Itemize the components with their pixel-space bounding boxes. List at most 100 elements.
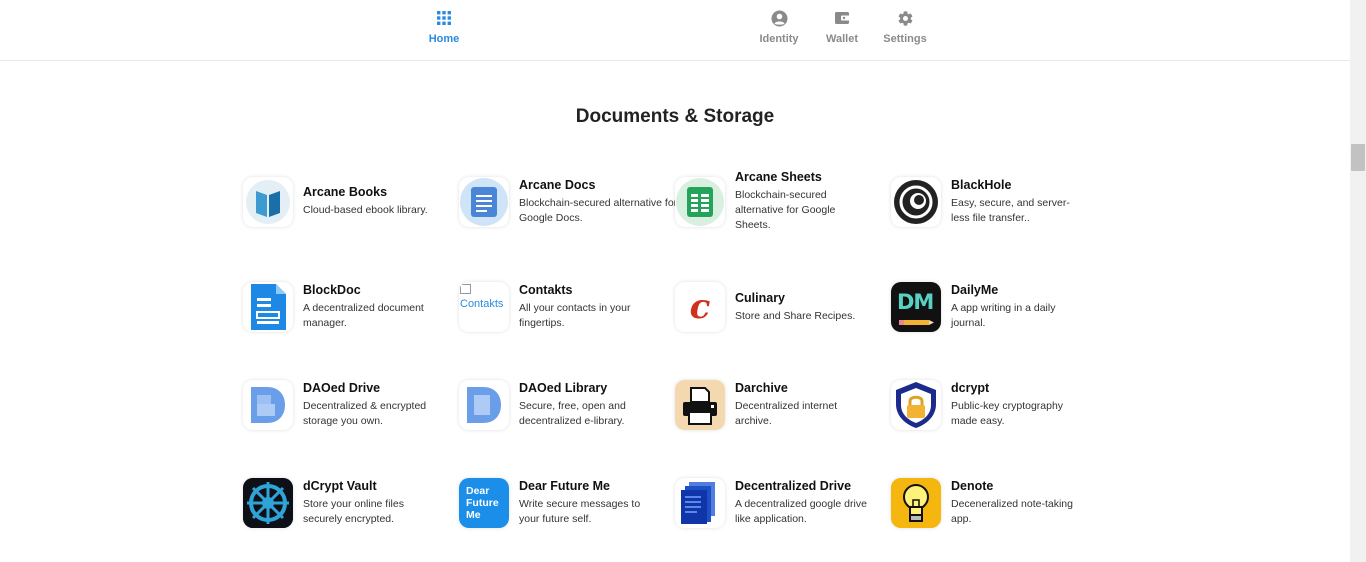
app-description: A decentralized google drive like applic… (735, 498, 867, 525)
app-name: Culinary (735, 291, 786, 305)
app-text: Contakts All your contacts in your finge… (519, 282, 679, 331)
app-text: BlackHole Easy, secure, and server-less … (951, 177, 1111, 226)
dear-future-me-glyph: Dear Future Me (466, 485, 499, 521)
vertical-scrollbar[interactable] (1350, 0, 1366, 562)
daoed-d-icon (243, 380, 293, 430)
app-name: Arcane Books (303, 185, 388, 199)
app-card-daoed-drive[interactable]: DAOed Drive Decentralized & encrypted st… (243, 380, 453, 440)
app-card-culinary[interactable]: c Culinary Store and Share Recipes. (675, 282, 885, 342)
app-name: Dear Future Me (519, 479, 610, 493)
culinary-c-icon: c (675, 282, 725, 332)
grid-icon (435, 9, 453, 27)
app-name: DAOed Drive (303, 381, 381, 395)
app-text: Darchive Decentralized internet archive. (735, 380, 895, 429)
wallet-icon (833, 9, 851, 27)
top-nav-bar: Home Identity Wallet Settings (0, 0, 1350, 61)
broken-image-alt-text: Contakts (460, 298, 504, 310)
document-icon (459, 177, 509, 227)
app-description: Deceneralized note-taking app. (951, 498, 1073, 525)
nav-identity-label: Identity (759, 33, 799, 45)
app-card-contakts[interactable]: Contakts Contakts All your contacts in y… (459, 282, 669, 342)
app-card-daoed-library[interactable]: DAOed Library Secure, free, open and dec… (459, 380, 669, 440)
app-card-dear-future-me[interactable]: Dear Future Me Dear Future Me Write secu… (459, 478, 669, 538)
app-card-dailyme[interactable]: DM DailyMe A app writing in a daily jour… (891, 282, 1101, 342)
app-card-darchive[interactable]: Darchive Decentralized internet archive. (675, 380, 885, 440)
dear-future-me-icon: Dear Future Me (459, 478, 509, 528)
app-description: Public-key cryptography made easy. (951, 400, 1064, 427)
app-card-blockdoc[interactable]: BlockDoc A decentralized document manage… (243, 282, 453, 342)
app-name: dCrypt Vault (303, 479, 377, 493)
app-description: Secure, free, open and decentralized e-l… (519, 400, 626, 427)
drive-files-icon (675, 478, 725, 528)
app-name: Contakts (519, 283, 573, 297)
app-card-dcrypt-vault[interactable]: dCrypt Vault Store your online files sec… (243, 478, 453, 538)
app-description: Blockchain-secured alternative for Googl… (519, 197, 678, 224)
app-text: Arcane Docs Blockchain-secured alternati… (519, 177, 679, 226)
app-text: BlockDoc A decentralized document manage… (303, 282, 463, 331)
app-description: A decentralized document manager. (303, 302, 424, 329)
blackhole-icon (891, 177, 941, 227)
app-name: Arcane Docs (519, 178, 596, 192)
app-description: Store your online files securely encrypt… (303, 498, 404, 525)
app-text: Arcane Books Cloud-based ebook library. (303, 184, 463, 218)
app-name: Arcane Sheets (735, 170, 822, 184)
printer-icon (675, 380, 725, 430)
app-description: Write secure messages to your future sel… (519, 498, 641, 525)
lightbulb-icon (891, 478, 941, 528)
app-description: Store and Share Recipes. (735, 310, 856, 322)
nav-wallet[interactable]: Wallet (807, 9, 877, 55)
app-text: DailyMe A app writing in a daily journal… (951, 282, 1111, 331)
user-circle-icon (770, 9, 788, 27)
pencil-icon (899, 320, 934, 325)
spreadsheet-icon (675, 177, 725, 227)
nav-settings[interactable]: Settings (870, 9, 940, 55)
daoed-d-icon (459, 380, 509, 430)
app-description: A app writing in a daily journal. (951, 302, 1056, 329)
app-description: Easy, secure, and server-less file trans… (951, 197, 1070, 224)
app-card-denote[interactable]: Denote Deceneralized note-taking app. (891, 478, 1101, 538)
app-name: Decentralized Drive (735, 479, 852, 493)
app-text: Decentralized Drive A decentralized goog… (735, 478, 895, 527)
app-text: dCrypt Vault Store your online files sec… (303, 478, 463, 527)
app-card-decentralized-drive[interactable]: Decentralized Drive A decentralized goog… (675, 478, 885, 538)
shield-lock-icon (891, 380, 941, 430)
app-text: dcrypt Public-key cryptography made easy… (951, 380, 1111, 429)
app-text: Culinary Store and Share Recipes. (735, 290, 895, 324)
app-card-arcane-books[interactable]: Arcane Books Cloud-based ebook library. (243, 177, 453, 237)
app-name: Denote (951, 479, 994, 493)
app-text: DAOed Drive Decentralized & encrypted st… (303, 380, 463, 429)
book-icon (243, 177, 293, 227)
app-name: dcrypt (951, 381, 990, 395)
app-card-arcane-docs[interactable]: Arcane Docs Blockchain-secured alternati… (459, 177, 677, 237)
app-card-blackhole[interactable]: BlackHole Easy, secure, and server-less … (891, 177, 1101, 237)
app-text: Denote Deceneralized note-taking app. (951, 478, 1111, 527)
app-card-dcrypt[interactable]: dcrypt Public-key cryptography made easy… (891, 380, 1101, 440)
app-name: DAOed Library (519, 381, 608, 395)
nav-home-label: Home (428, 33, 460, 45)
nav-home[interactable]: Home (409, 9, 479, 55)
app-description: Decentralized internet archive. (735, 400, 838, 427)
culinary-glyph: c (689, 287, 711, 327)
app-description: All your contacts in your fingertips. (519, 302, 631, 329)
app-name: Darchive (735, 381, 788, 395)
app-description: Cloud-based ebook library. (303, 204, 428, 216)
section-title: Documents & Storage (575, 106, 775, 127)
nav-identity[interactable]: Identity (744, 9, 814, 55)
file-icon (243, 282, 293, 332)
app-description: Blockchain-secured alternative for Googl… (735, 189, 836, 231)
app-name: BlockDoc (303, 283, 361, 297)
app-text: DAOed Library Secure, free, open and dec… (519, 380, 679, 429)
nav-settings-label: Settings (883, 33, 927, 45)
nav-wallet-label: Wallet (826, 33, 858, 45)
app-text: Arcane Sheets Blockchain-secured alterna… (735, 169, 895, 233)
app-name: BlackHole (951, 178, 1012, 192)
dailyme-icon: DM (891, 282, 941, 332)
broken-image-icon: Contakts (459, 282, 509, 332)
vault-wheel-icon (243, 478, 293, 528)
app-text: Dear Future Me Write secure messages to … (519, 478, 679, 527)
scrollbar-thumb[interactable] (1351, 144, 1365, 171)
app-description: Decentralized & encrypted storage you ow… (303, 400, 427, 427)
app-card-arcane-sheets[interactable]: Arcane Sheets Blockchain-secured alterna… (675, 170, 885, 237)
gear-icon (896, 9, 914, 27)
app-name: DailyMe (951, 283, 999, 297)
